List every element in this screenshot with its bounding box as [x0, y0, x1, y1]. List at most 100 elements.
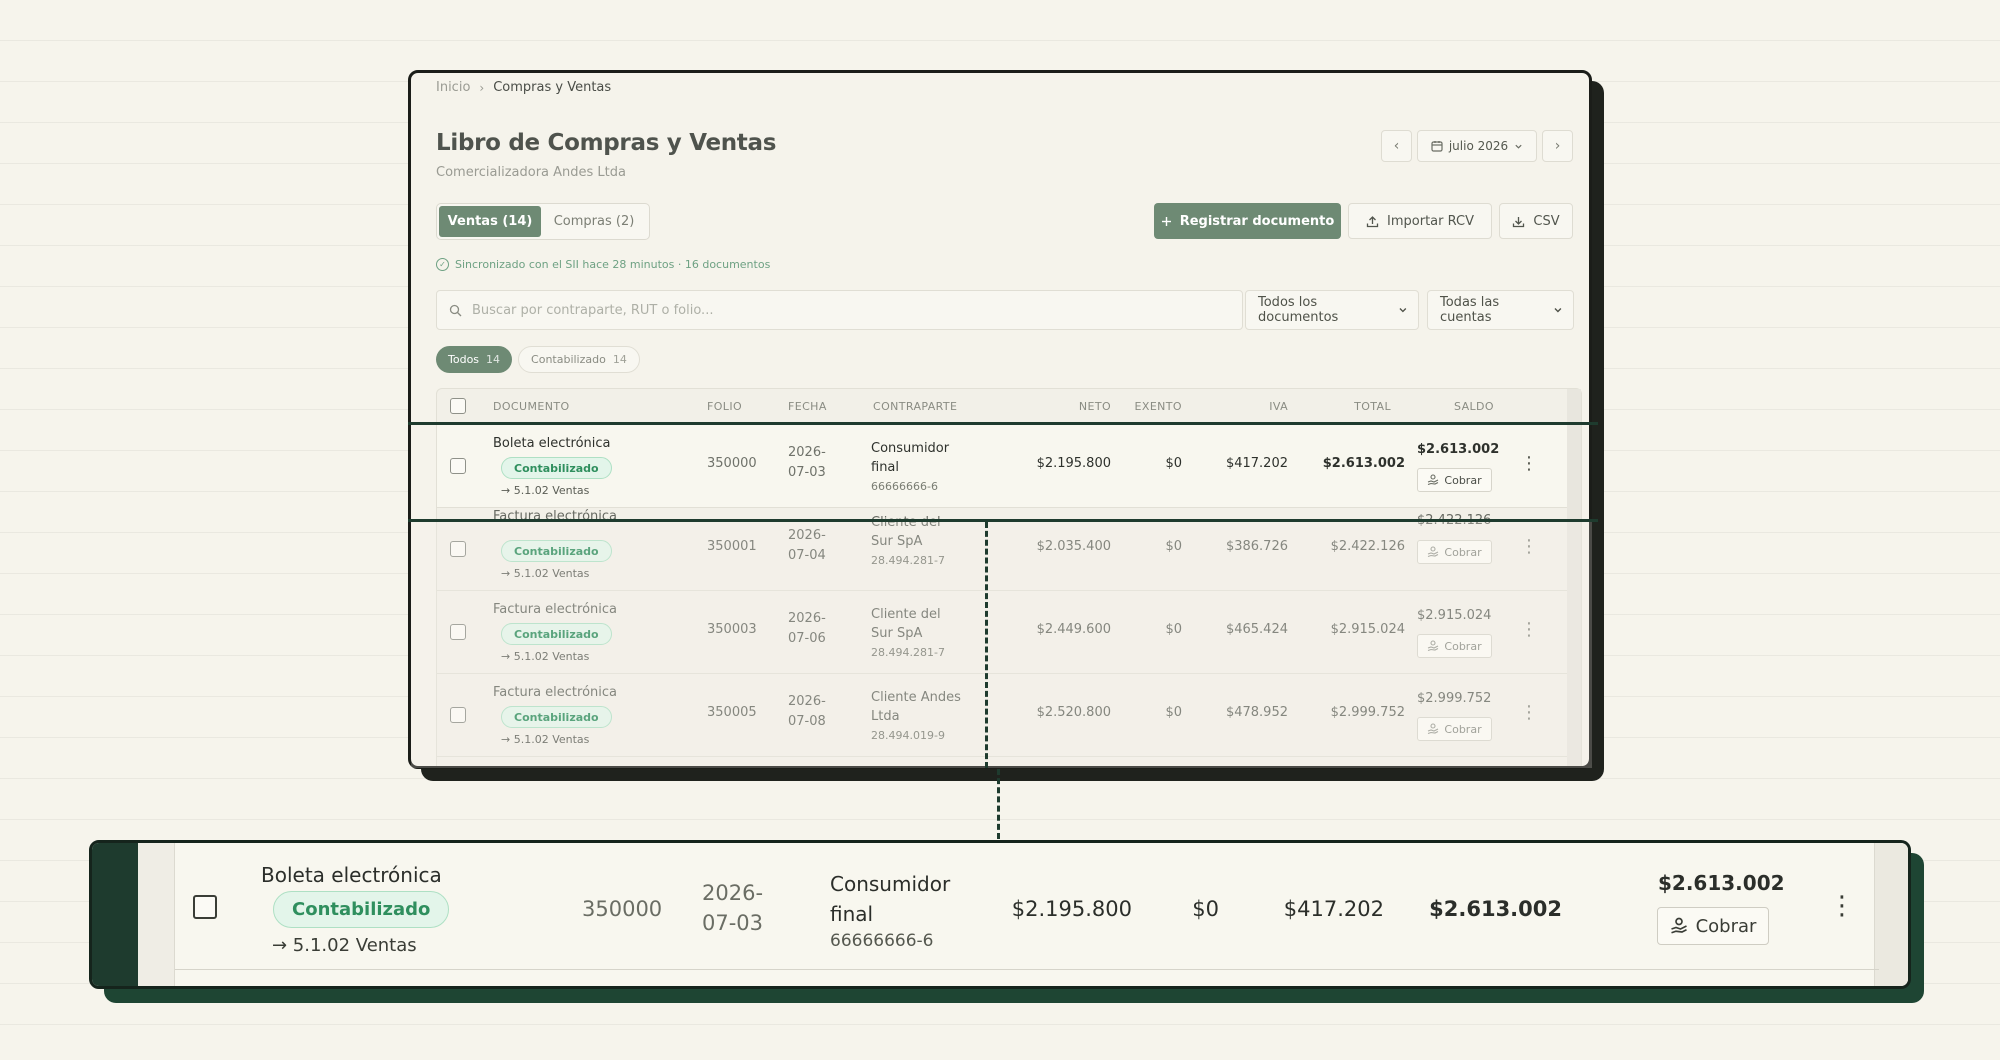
csv-export-button[interactable]: CSV	[1499, 203, 1573, 239]
hand-coins-icon	[1428, 474, 1439, 486]
row-checkbox[interactable]	[450, 707, 466, 723]
account-filter[interactable]: Todas las cuentas	[1427, 290, 1574, 330]
cobrar-button[interactable]: Cobrar	[1417, 468, 1492, 492]
cobrar-label: Cobrar	[1444, 473, 1482, 487]
sync-status: ✓ Sincronizado con el SII hace 28 minuto…	[436, 258, 770, 271]
chevron-down-icon	[1515, 144, 1522, 149]
column-neto[interactable]: NETO	[1079, 400, 1111, 413]
check-circle-icon: ✓	[436, 258, 449, 271]
tab-ventas[interactable]: Ventas (14)	[439, 206, 541, 237]
document-type: Boleta electrónica	[261, 863, 442, 887]
cobrar-label: Cobrar	[1444, 639, 1482, 653]
document-type: Boleta electrónica	[493, 436, 611, 451]
total-value: $2.422.126	[1330, 539, 1405, 554]
folio: 350005	[707, 705, 757, 720]
breadcrumb-home[interactable]: Inicio	[436, 80, 470, 95]
status-badge: Contabilizado	[501, 706, 612, 728]
table-row[interactable]: Factura electrónica Contabilizado → 5.1.…	[437, 508, 1581, 591]
account-link[interactable]: → 5.1.02 Ventas	[501, 484, 589, 497]
row-checkbox[interactable]	[193, 895, 217, 919]
import-rcv-button[interactable]: Importar RCV	[1348, 203, 1492, 239]
zoom-scrollbar	[1874, 843, 1908, 986]
table-row[interactable]: Factura electrónica Contabilizado → 5.1.…	[437, 674, 1581, 757]
column-total[interactable]: TOTAL	[1354, 400, 1391, 413]
account-link[interactable]: → 5.1.02 Ventas	[501, 733, 589, 746]
saldo-value: $2.999.752	[1417, 691, 1492, 706]
chip-todos[interactable]: Todos 14	[436, 346, 513, 373]
more-vertical-icon[interactable]: ⋮	[1829, 891, 1855, 921]
date-line2: 07-04	[788, 548, 826, 563]
more-vertical-icon[interactable]: ⋮	[1520, 704, 1538, 722]
next-period-button[interactable]: ›	[1542, 130, 1573, 162]
import-rcv-label: Importar RCV	[1387, 213, 1474, 229]
cobrar-button[interactable]: Cobrar	[1417, 717, 1492, 741]
folio: 350000	[707, 456, 757, 471]
counterparty-rut: 28.494.281-7	[871, 554, 945, 567]
table-row[interactable]: Boleta electrónica Contabilizado → 5.1.0…	[437, 425, 1581, 508]
exento-value: $0	[1165, 705, 1182, 720]
connector-line-lower	[997, 769, 1000, 839]
period-dropdown[interactable]: julio 2026	[1417, 130, 1537, 162]
table-row[interactable]: Factura electrónica Contabilizado → 5.1.…	[437, 591, 1581, 674]
saldo-value: $2.613.002	[1658, 871, 1785, 895]
counterparty-rut: 66666666-6	[830, 931, 934, 951]
csv-export-label: CSV	[1533, 213, 1560, 229]
document-type: Factura electrónica	[493, 509, 618, 524]
more-vertical-icon[interactable]: ⋮	[1520, 538, 1538, 556]
iva-value: $478.952	[1225, 705, 1288, 720]
row-checkbox[interactable]	[450, 458, 466, 474]
period-selector: ‹ julio 2026 ›	[1381, 130, 1573, 162]
folio: 350000	[582, 897, 663, 921]
calendar-icon	[1431, 141, 1443, 152]
iva-value: $465.424	[1225, 622, 1288, 637]
tab-compras[interactable]: Compras (2)	[541, 206, 647, 237]
register-document-label: Registrar documento	[1179, 213, 1335, 229]
column-documento[interactable]: DOCUMENTO	[493, 400, 570, 413]
search-icon	[449, 304, 462, 316]
column-contraparte[interactable]: CONTRAPARTE	[873, 400, 957, 413]
column-iva[interactable]: IVA	[1269, 400, 1288, 413]
exento-value: $0	[1165, 456, 1182, 471]
chevron-down-icon	[1399, 308, 1407, 313]
cobrar-button[interactable]: Cobrar	[1417, 634, 1492, 658]
counterparty-rut: 28.494.019-9	[871, 729, 945, 742]
column-fecha[interactable]: FECHA	[788, 400, 827, 413]
date-line1: 2026-	[788, 611, 826, 626]
total-value: $2.915.024	[1330, 622, 1405, 637]
saldo-value: $2.915.024	[1417, 608, 1492, 623]
date-line1: 2026-	[702, 881, 764, 905]
cobrar-button[interactable]: Cobrar	[1657, 907, 1769, 945]
connector-line	[985, 522, 988, 768]
column-exento[interactable]: EXENTO	[1135, 400, 1182, 413]
counterparty-rut: 28.494.281-7	[871, 646, 945, 659]
account-link[interactable]: → 5.1.02 Ventas	[501, 650, 589, 663]
cobrar-label: Cobrar	[1444, 545, 1482, 559]
prev-period-button[interactable]: ‹	[1381, 130, 1412, 162]
download-icon	[1513, 216, 1525, 227]
page-title: Libro de Compras y Ventas	[436, 130, 777, 156]
account-link[interactable]: → 5.1.02 Ventas	[501, 567, 589, 580]
select-all-checkbox[interactable]	[450, 398, 466, 414]
chip-contabilizado[interactable]: Contabilizado 14	[518, 346, 640, 373]
account-link[interactable]: → 5.1.02 Ventas	[272, 935, 417, 956]
chip-contabilizado-label: Contabilizado	[531, 353, 606, 366]
column-folio[interactable]: FOLIO	[707, 400, 742, 413]
document-type-filter[interactable]: Todos los documentos	[1245, 290, 1419, 330]
neto-value: $2.195.800	[1036, 456, 1111, 471]
row-checkbox[interactable]	[450, 541, 466, 557]
cobrar-label: Cobrar	[1695, 915, 1757, 937]
date-line2: 07-03	[788, 465, 826, 480]
register-document-button[interactable]: Registrar documento	[1154, 203, 1341, 239]
search-input[interactable]	[472, 302, 1232, 318]
neto-value: $2.520.800	[1036, 705, 1111, 720]
more-vertical-icon[interactable]: ⋮	[1520, 455, 1538, 473]
more-vertical-icon[interactable]: ⋮	[1520, 621, 1538, 639]
breadcrumb-current: Compras y Ventas	[493, 80, 612, 95]
zoomed-row[interactable]: Boleta electrónica Contabilizado → 5.1.0…	[89, 840, 1911, 989]
row-checkbox[interactable]	[450, 624, 466, 640]
plus-icon	[1161, 216, 1171, 226]
upload-icon	[1366, 215, 1379, 227]
column-saldo[interactable]: SALDO	[1454, 400, 1494, 413]
cobrar-button[interactable]: Cobrar	[1417, 540, 1492, 564]
table-scrollbar[interactable]	[1567, 389, 1581, 766]
